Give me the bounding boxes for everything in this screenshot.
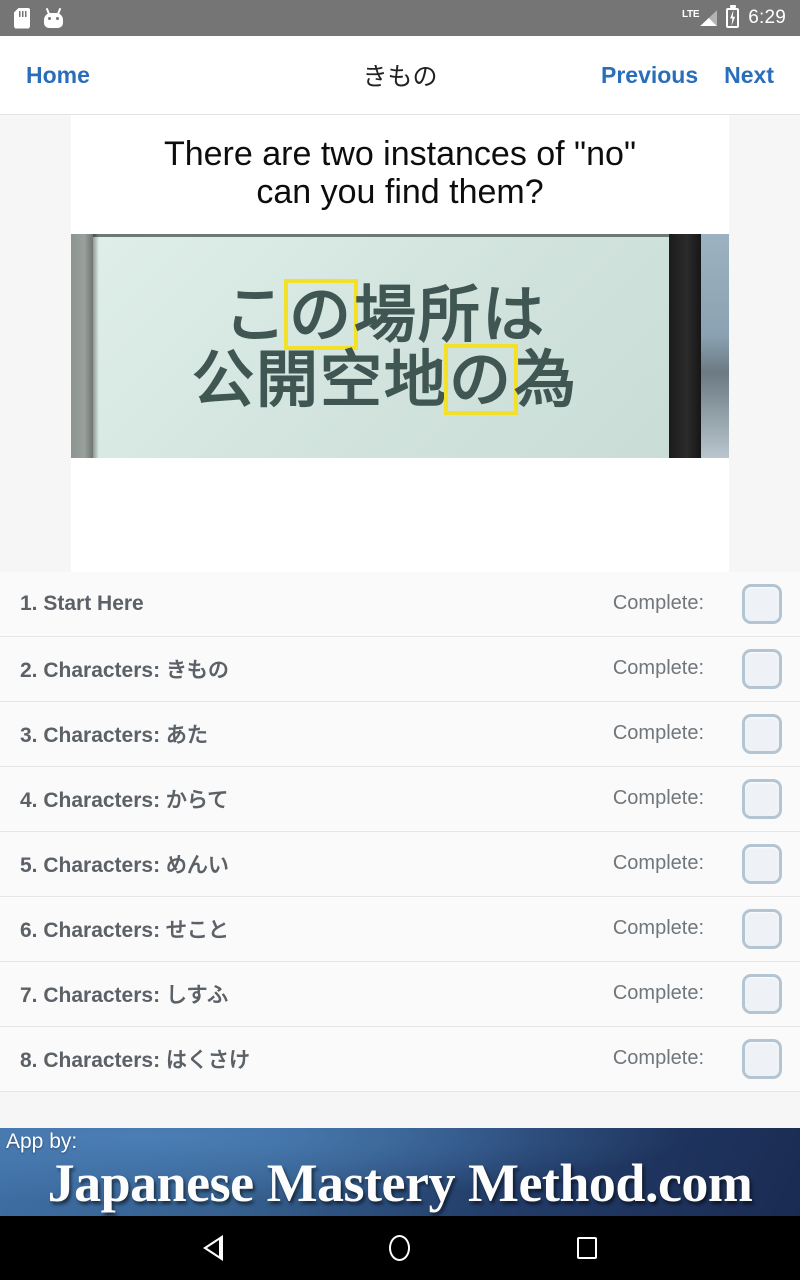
lesson-prompt-line-2: can you find them? <box>256 173 544 212</box>
sd-card-icon <box>14 7 30 29</box>
promo-app-by-label: App by: <box>6 1130 78 1153</box>
sign-text-line-2: 公開空地の為 <box>111 342 659 416</box>
status-bar-right-icons: LTE 6:29 <box>682 7 786 29</box>
lesson-row-title: 5. Characters: めんい <box>20 853 229 877</box>
android-status-bar: LTE 6:29 <box>0 0 800 36</box>
sign-line1-suffix: 場所は <box>354 277 547 351</box>
lesson-row-complete-label: Complete: <box>612 657 704 680</box>
recents-button-icon[interactable] <box>576 1237 597 1259</box>
next-link[interactable]: Next <box>724 62 774 89</box>
signal-icon: LTE <box>681 9 718 26</box>
sign-line1-prefix: こ <box>223 277 288 351</box>
lesson-row-complete-checkbox[interactable] <box>742 713 782 754</box>
lesson-row-complete-checkbox[interactable] <box>742 648 782 689</box>
lesson-row-title: 2. Characters: きもの <box>20 658 229 682</box>
sign-text-line-1: この場所は <box>111 277 659 351</box>
photo-dark-edge <box>669 233 701 458</box>
lesson-row-title: 3. Characters: あた <box>20 723 208 747</box>
status-bar-clock: 6:29 <box>748 7 786 28</box>
sign-pole-left <box>71 233 93 458</box>
lesson-row[interactable]: 8. Characters: はくさけ Complete: <box>0 1026 800 1092</box>
lesson-row[interactable]: 7. Characters: しすふ Complete: <box>0 961 800 1027</box>
sign-line2-prefix: 公開空地 <box>191 342 448 416</box>
lesson-prompt-line-1: There are two instances of "no" <box>163 135 637 173</box>
lesson-row-title: 1. Start Here <box>20 591 144 615</box>
main-content[interactable]: There are two instances of "no" can you … <box>0 115 800 1128</box>
lesson-row-complete-checkbox[interactable] <box>742 973 782 1014</box>
lesson-row[interactable]: 3. Characters: あた Complete: <box>0 701 800 767</box>
lesson-card: There are two instances of "no" can you … <box>71 115 729 572</box>
status-bar-left-icons <box>14 7 63 29</box>
lesson-row[interactable]: 5. Characters: めんい Complete: <box>0 831 800 897</box>
japanese-street-sign-photo: この場所は 公開空地の為 <box>71 233 729 458</box>
android-system-nav <box>0 1216 800 1280</box>
sign-line2-highlight-no: の <box>443 342 519 416</box>
lesson-row-title: 6. Characters: せこと <box>20 918 229 942</box>
lesson-row-complete-label: Complete: <box>612 982 704 1005</box>
lesson-row-complete-checkbox[interactable] <box>742 1038 782 1079</box>
lesson-row-complete-checkbox[interactable] <box>742 583 782 624</box>
previous-link[interactable]: Previous <box>601 62 698 89</box>
lesson-card-spacer <box>71 457 729 572</box>
lesson-row[interactable]: 4. Characters: からて Complete: <box>0 766 800 832</box>
home-link[interactable]: Home <box>26 62 90 89</box>
lesson-row-complete-checkbox[interactable] <box>742 778 782 819</box>
lesson-row-title: 4. Characters: からて <box>20 788 229 812</box>
lesson-row[interactable]: 1. Start Here Complete: <box>0 571 800 637</box>
lesson-row-title: 7. Characters: しすふ <box>20 983 229 1007</box>
lesson-row-complete-label: Complete: <box>612 917 704 940</box>
photo-background-edge <box>701 233 729 458</box>
sign-line1-highlight-no: の <box>283 277 359 351</box>
sign-line2-suffix: 為 <box>514 342 579 416</box>
home-button-icon[interactable] <box>389 1235 411 1261</box>
signal-bars-icon <box>700 10 718 26</box>
back-button-icon[interactable] <box>203 1235 224 1261</box>
lesson-row-title: 8. Characters: はくさけ <box>20 1048 250 1072</box>
app-root: LTE 6:29 Home きもの Previous Next There ar… <box>0 0 800 1280</box>
lesson-row-complete-label: Complete: <box>612 722 704 745</box>
lesson-prompt: There are two instances of "no" can you … <box>71 135 729 234</box>
app-navigation-bar: Home きもの Previous Next <box>0 36 800 115</box>
lesson-row[interactable]: 2. Characters: きもの Complete: <box>0 636 800 702</box>
lesson-row-complete-label: Complete: <box>612 1047 704 1070</box>
lesson-row[interactable]: 6. Characters: せこと Complete: <box>0 896 800 962</box>
lesson-row-complete-label: Complete: <box>612 592 704 615</box>
appbar-right-actions: Previous Next <box>601 62 774 89</box>
promo-brand-name: Japanese Mastery Method.com <box>47 1153 753 1213</box>
lte-label: LTE <box>681 9 700 20</box>
promo-banner[interactable]: App by: Japanese Mastery Method.com <box>0 1128 800 1216</box>
lesson-row-complete-checkbox[interactable] <box>742 908 782 949</box>
lesson-row-complete-label: Complete: <box>612 852 704 875</box>
lesson-list: 1. Start Here Complete: 2. Characters: きもの… <box>0 571 800 1092</box>
android-bug-icon <box>44 7 63 28</box>
sign-pole-shadow <box>93 233 99 458</box>
lesson-row-complete-checkbox[interactable] <box>742 843 782 884</box>
sign-text: この場所は 公開空地の為 <box>111 242 659 452</box>
battery-charging-icon <box>726 8 740 28</box>
lesson-row-complete-label: Complete: <box>612 787 704 810</box>
